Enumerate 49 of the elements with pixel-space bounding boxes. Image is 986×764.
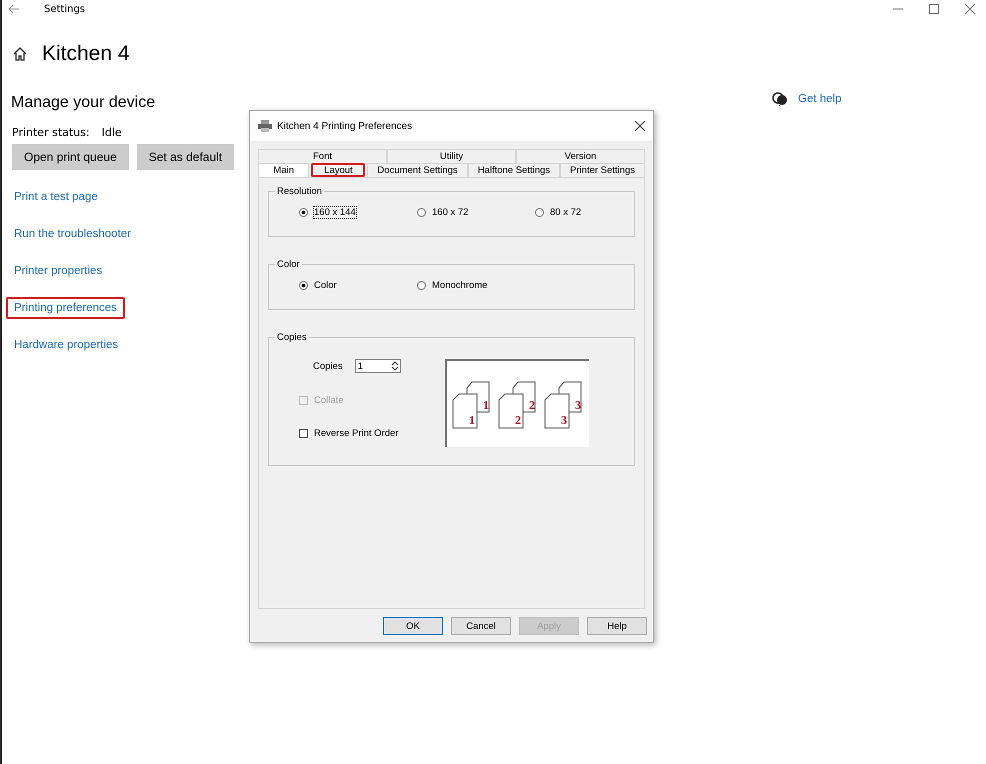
status-label: Printer status: bbox=[12, 126, 90, 139]
copies-label: Copies bbox=[313, 360, 343, 372]
group-title: Resolution bbox=[276, 186, 323, 197]
dialog-button[interactable]: Cancel bbox=[451, 617, 511, 635]
settings-link[interactable]: Print a test page bbox=[6, 186, 106, 208]
radio-button[interactable] bbox=[299, 208, 308, 217]
dialog-tab[interactable]: Version bbox=[516, 149, 645, 163]
dialog-title: Kitchen 4 Printing Preferences bbox=[277, 120, 414, 132]
dialog-tab[interactable]: Layout bbox=[311, 163, 366, 177]
dialog-tab[interactable]: Utility bbox=[387, 149, 516, 163]
option-label[interactable]: 160 x 72 bbox=[432, 207, 468, 218]
collate-illustration-drawing: 1 1 2 2 3 3 bbox=[444, 359, 589, 447]
back-icon[interactable] bbox=[8, 4, 20, 14]
dialog-tab[interactable]: Main bbox=[258, 163, 310, 177]
dialog-tab[interactable]: Font bbox=[258, 149, 387, 163]
option-label[interactable]: 80 x 72 bbox=[550, 207, 582, 218]
home-icon[interactable] bbox=[12, 46, 28, 62]
radio-button[interactable] bbox=[535, 208, 544, 217]
dialog-tab[interactable]: Document Settings bbox=[367, 163, 468, 177]
option-label[interactable]: 160 x 144 bbox=[314, 207, 356, 218]
radio-button[interactable] bbox=[299, 281, 308, 290]
checkbox-label[interactable]: Reverse Print Order bbox=[314, 428, 398, 439]
settings-link[interactable]: Printer properties bbox=[6, 260, 110, 282]
radio-button[interactable] bbox=[417, 281, 426, 290]
action-button[interactable]: Open print queue bbox=[12, 144, 129, 170]
settings-link[interactable]: Hardware properties bbox=[6, 334, 126, 356]
checkbox[interactable] bbox=[299, 429, 308, 438]
page-title: Kitchen 4 bbox=[42, 42, 130, 66]
status-value: Idle bbox=[102, 126, 122, 139]
settings-link[interactable]: Run the troubleshooter bbox=[6, 223, 139, 245]
help-link[interactable]: Get help bbox=[798, 93, 842, 105]
dialog-button[interactable]: OK bbox=[383, 617, 443, 635]
window-title: Settings bbox=[44, 4, 86, 14]
action-button[interactable]: Set as default bbox=[136, 144, 234, 170]
radio-button[interactable] bbox=[417, 208, 426, 217]
group-title: Copies bbox=[276, 332, 308, 343]
maximize-icon[interactable] bbox=[928, 3, 940, 15]
group-title: Color bbox=[276, 259, 301, 270]
close-icon[interactable] bbox=[635, 121, 645, 131]
printer-icon bbox=[258, 120, 272, 132]
copies-spinner[interactable]: 1 bbox=[354, 359, 401, 373]
dialog-tab[interactable]: Printer Settings bbox=[560, 163, 645, 177]
section-heading: Manage your device bbox=[11, 94, 156, 112]
option-label[interactable]: Monochrome bbox=[432, 280, 488, 291]
dialog-tab[interactable]: Halftone Settings bbox=[468, 163, 560, 177]
option-label[interactable]: Color bbox=[314, 280, 337, 291]
dialog-button[interactable]: Help bbox=[587, 617, 647, 635]
help-chat-icon bbox=[772, 92, 788, 106]
settings-link[interactable]: Printing preferences bbox=[6, 297, 125, 319]
